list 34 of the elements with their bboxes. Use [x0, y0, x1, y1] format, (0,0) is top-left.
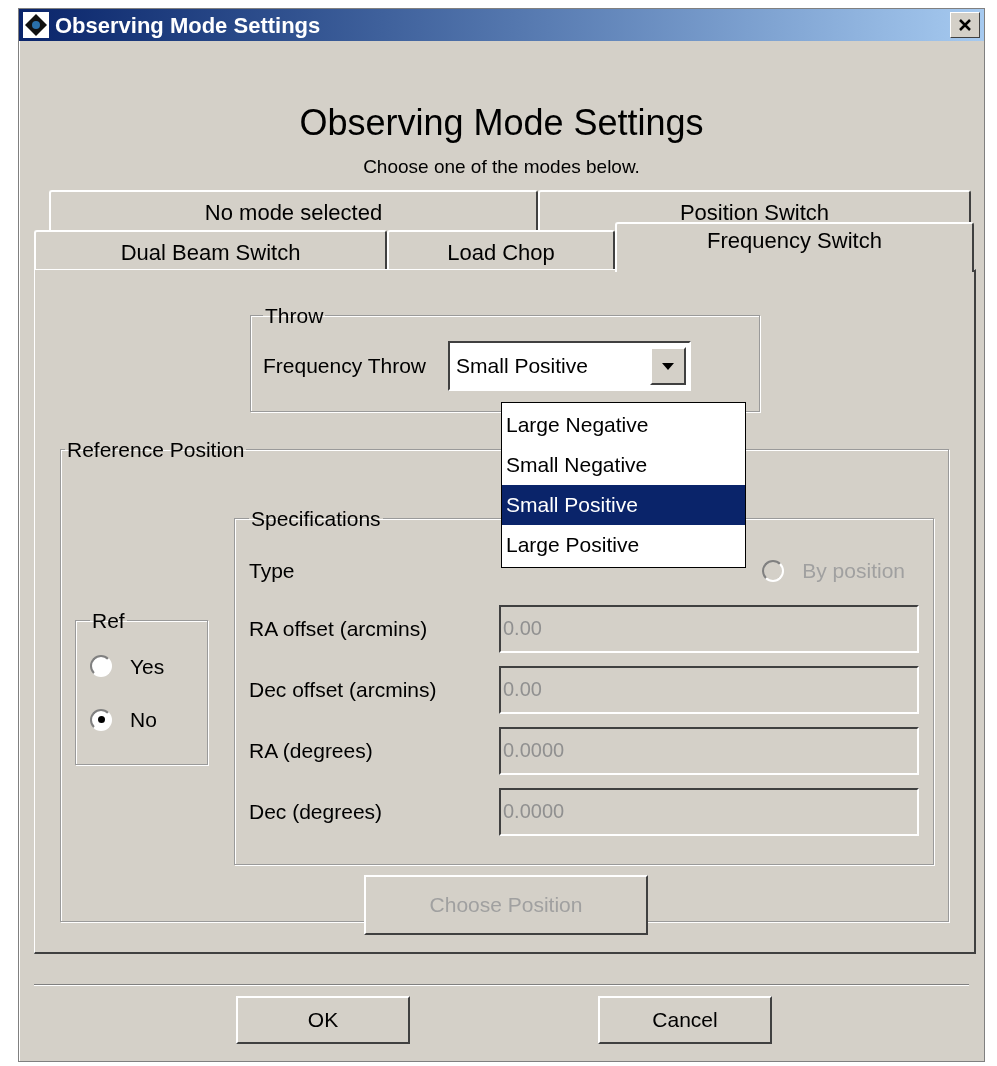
field-label: RA (degrees): [249, 737, 374, 764]
field-label: Dec offset (arcmins): [249, 676, 438, 703]
dialog-button[interactable]: OK: [236, 995, 410, 1044]
radio-label: Yes: [130, 653, 165, 680]
diamond-icon: [23, 12, 49, 38]
group-title: Specifications: [250, 506, 382, 532]
instruction-text: Choose one of the modes below.: [363, 155, 640, 179]
window-title: Observing Mode Settings: [55, 11, 322, 40]
field-label: Dec (degrees): [249, 798, 384, 825]
throw-dropdown[interactable]: Small Positive: [448, 341, 692, 391]
radio-button[interactable]: [90, 708, 112, 731]
tab[interactable]: Frequency Switch: [615, 221, 974, 272]
dropdown-option[interactable]: Small Positive: [502, 484, 745, 525]
dialog-button[interactable]: Cancel: [598, 995, 772, 1044]
dialog-heading: Observing Mode Settings: [299, 101, 704, 145]
dropdown-arrow-button[interactable]: [650, 347, 687, 385]
close-icon: [958, 18, 972, 32]
dropdown-value: Small Positive: [456, 353, 589, 380]
tab[interactable]: Dual Beam Switch: [34, 229, 387, 270]
tab[interactable]: No mode selected: [49, 189, 538, 230]
tab[interactable]: Load Chop: [387, 229, 615, 270]
radio-button[interactable]: [90, 655, 112, 678]
group-title: Throw: [264, 302, 325, 329]
field-label: RA offset (arcmins): [249, 615, 429, 642]
field-label: Frequency Throw: [263, 353, 427, 380]
dropdown-option[interactable]: Large Negative: [502, 404, 745, 445]
dropdown-option[interactable]: Large Positive: [502, 524, 745, 565]
caret-icon: [662, 362, 675, 370]
group-title: Ref: [91, 608, 126, 634]
radio-label: No: [130, 707, 157, 733]
field-label: Type: [249, 557, 296, 584]
close-button[interactable]: [950, 12, 980, 38]
dropdown-option[interactable]: Small Negative: [502, 444, 745, 485]
group-title: Reference Position: [66, 436, 246, 463]
